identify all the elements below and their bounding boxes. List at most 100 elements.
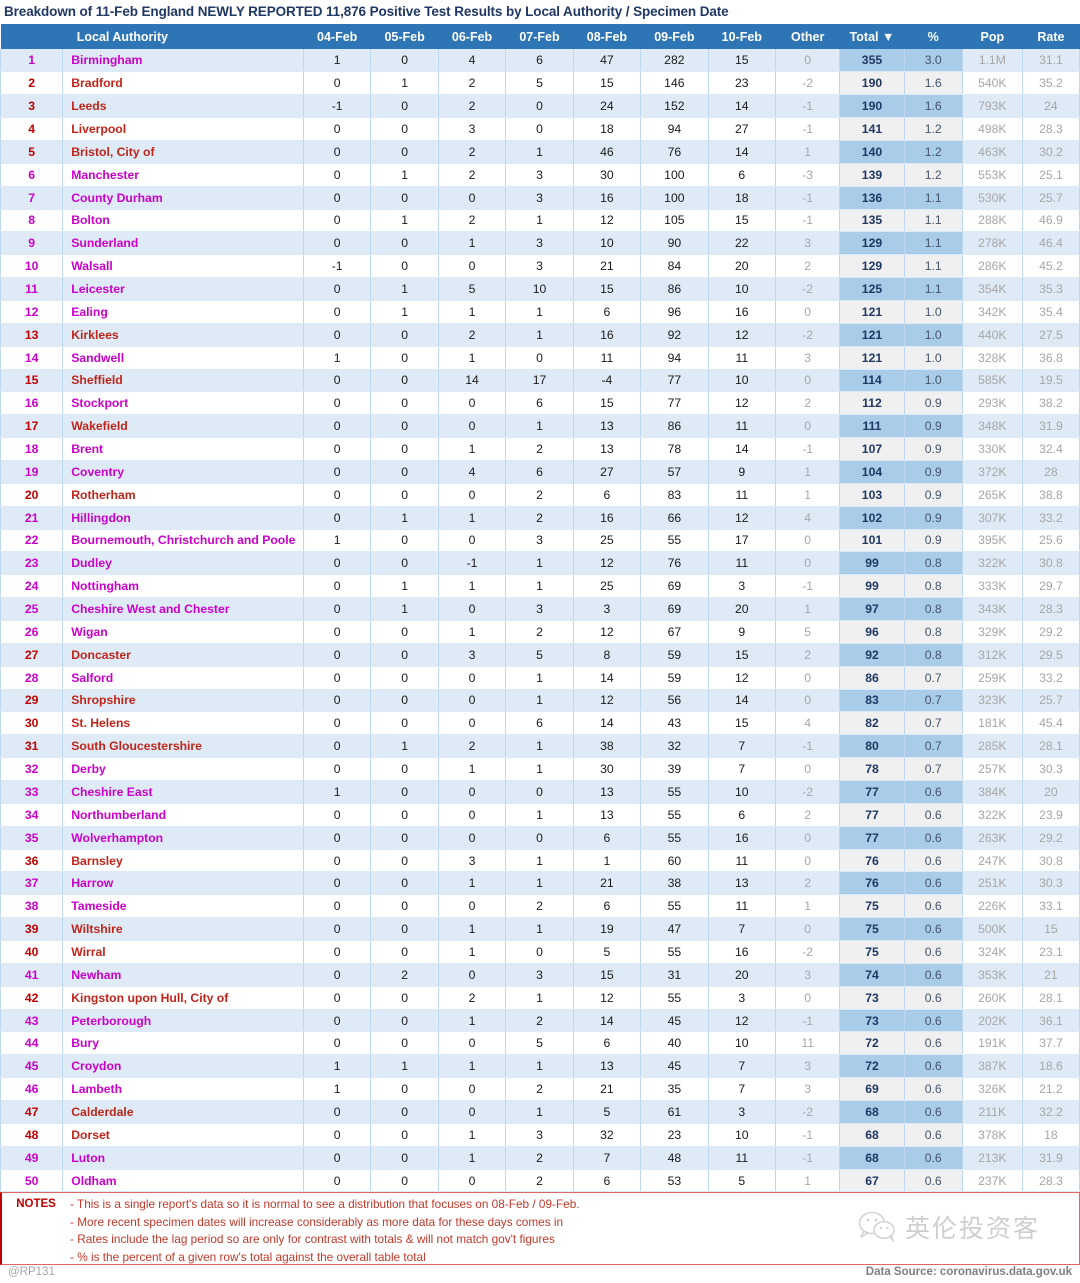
table-row[interactable]: 4 Liverpool 0 0 3 0 18 94 27 -1 141 1.2 498K 28.3 <box>0 117 1080 141</box>
table-row[interactable]: 12 Ealing 0 1 1 1 6 96 16 0 121 1.0 342K 35.4 <box>0 300 1080 324</box>
column-header-rank[interactable] <box>0 24 63 49</box>
row-rate: 37.7 <box>1022 1031 1080 1056</box>
column-header-07-feb[interactable]: 07-Feb <box>505 24 574 49</box>
row-total: 101 <box>839 529 905 553</box>
row-day-2: 0 <box>438 1100 507 1124</box>
row-day-1: 0 <box>370 666 439 690</box>
table-row[interactable]: 20 Rotherham 0 0 0 2 6 83 11 1 103 0.9 265K 38.8 <box>0 483 1080 507</box>
row-day-5: 47 <box>640 917 709 942</box>
table-row[interactable]: 7 County Durham 0 0 0 3 16 100 18 -1 136 1.1 530K 25.… <box>0 186 1080 210</box>
row-total: 136 <box>839 186 905 210</box>
table-row[interactable]: 9 Sunderland 0 0 1 3 10 90 22 3 129 1.1 278K 46.4 <box>0 231 1080 256</box>
column-header-percent[interactable]: % <box>904 24 963 49</box>
table-row[interactable]: 36 Barnsley 0 0 3 1 1 60 11 0 76 0.6 247K 30.8 <box>0 849 1080 873</box>
row-rank: 1 <box>0 49 64 73</box>
table-row[interactable]: 15 Sheffield 0 0 14 17 -4 77 10 0 114 1.0 585K 19.5 <box>0 369 1080 393</box>
table-row[interactable]: 48 Dorset 0 0 1 3 32 23 10 -1 68 0.6 378K 18 <box>0 1123 1080 1147</box>
row-day-5: 56 <box>640 689 709 713</box>
table-row[interactable]: 31 South Gloucestershire 0 1 2 1 38 32 7 -1 80 0.7 2… <box>0 734 1080 759</box>
column-header-rate[interactable]: Rate <box>1022 24 1080 49</box>
row-day-2: 2 <box>438 734 507 759</box>
row-day-2: 0 <box>438 666 507 690</box>
table-row[interactable]: 38 Tameside 0 0 0 2 6 55 11 1 75 0.6 226K 33.1 <box>0 894 1080 919</box>
row-percent: 1.1 <box>904 209 963 233</box>
table-row[interactable]: 39 Wiltshire 0 0 1 1 19 47 7 0 75 0.6 500K 15 <box>0 917 1080 942</box>
row-local-authority: Doncaster <box>62 643 304 667</box>
table-row[interactable]: 5 Bristol, City of 0 0 2 1 46 76 14 1 140 1.2 463K 30… <box>0 140 1080 164</box>
row-pop: 226K <box>962 894 1023 919</box>
table-row[interactable]: 26 Wigan 0 0 1 2 12 67 9 5 96 0.8 329K 29.2 <box>0 620 1080 644</box>
table-row[interactable]: 45 Croydon 1 1 1 1 13 45 7 3 72 0.6 387K 18.6 <box>0 1054 1080 1079</box>
column-header-pop[interactable]: Pop <box>962 24 1023 49</box>
row-day-6: 15 <box>708 209 777 233</box>
table-row[interactable]: 32 Derby 0 0 1 1 30 39 7 0 78 0.7 257K 30.3 <box>0 757 1080 781</box>
table-row[interactable]: 37 Harrow 0 0 1 1 21 38 13 2 76 0.6 251K 30.3 <box>0 871 1080 896</box>
table-row[interactable]: 3 Leeds -1 0 2 0 24 152 14 -1 190 1.6 793K 24 <box>0 94 1080 119</box>
column-header-06-feb[interactable]: 06-Feb <box>438 24 506 49</box>
table-row[interactable]: 40 Wirral 0 0 1 0 5 55 16 -2 75 0.6 324K 23.1 <box>0 940 1080 964</box>
row-day-4: 5 <box>573 940 642 964</box>
table-row[interactable]: 29 Shropshire 0 0 0 1 12 56 14 0 83 0.7 323K 25.7 <box>0 689 1080 713</box>
table-row[interactable]: 21 Hillingdon 0 1 1 2 16 66 12 4 102 0.9 307K 33.2 <box>0 506 1080 530</box>
table-row[interactable]: 41 Newham 0 2 0 3 15 31 20 3 74 0.6 353K 21 <box>0 963 1080 987</box>
table-row[interactable]: 27 Doncaster 0 0 3 5 8 59 15 2 92 0.8 312K 29.5 <box>0 643 1080 667</box>
table-row[interactable]: 23 Dudley 0 0 -1 1 12 76 11 0 99 0.8 322K 30.8 <box>0 551 1080 576</box>
table-row[interactable]: 43 Peterborough 0 0 1 2 14 45 12 -1 73 0.6 202K 36.1 <box>0 1009 1080 1033</box>
row-day-5: 40 <box>640 1031 709 1056</box>
row-other: -2 <box>775 277 841 301</box>
column-header-local-authority[interactable]: Local Authority <box>62 24 304 49</box>
table-row[interactable]: 13 Kirklees 0 0 2 1 16 92 12 -2 121 1.0 440K 27.5 <box>0 323 1080 347</box>
table-row[interactable]: 14 Sandwell 1 0 1 0 11 94 11 3 121 1.0 328K 36.8 <box>0 346 1080 370</box>
table-row[interactable]: 42 Kingston upon Hull, City of 0 0 2 1 12 55 3 0 7… <box>0 986 1080 1010</box>
row-rank: 29 <box>0 689 64 713</box>
row-day-5: 55 <box>640 894 709 919</box>
column-header-09-feb[interactable]: 09-Feb <box>640 24 709 49</box>
column-header-total-sorted[interactable]: Total ▼ <box>839 24 905 49</box>
table-row[interactable]: 50 Oldham 0 0 0 2 6 53 5 1 67 0.6 237K 28.3 <box>0 1169 1080 1193</box>
row-day-4: 15 <box>573 391 642 416</box>
row-day-4: 13 <box>573 780 642 804</box>
table-row[interactable]: 47 Calderdale 0 0 0 1 5 61 3 -2 68 0.6 211K 32.2 <box>0 1100 1080 1124</box>
table-row[interactable]: 16 Stockport 0 0 0 6 15 77 12 2 112 0.9 293K 38.2 <box>0 391 1080 416</box>
row-total: 190 <box>839 71 905 96</box>
column-header-other[interactable]: Other <box>775 24 840 49</box>
table-row[interactable]: 28 Salford 0 0 0 1 14 59 12 0 86 0.7 259K 33.2 <box>0 666 1080 690</box>
table-row[interactable]: 22 Bournemouth, Christchurch and Poole 1 0 0… <box>0 529 1080 553</box>
column-header-08-feb[interactable]: 08-Feb <box>573 24 641 49</box>
table-row[interactable]: 49 Luton 0 0 1 2 7 48 11 -1 68 0.6 213K 31.9 <box>0 1146 1080 1170</box>
row-day-3: 3 <box>505 186 574 210</box>
row-day-1: 0 <box>370 117 439 141</box>
table-row[interactable]: 17 Wakefield 0 0 0 1 13 86 11 0 111 0.9 348K 31.9 <box>0 414 1080 439</box>
row-total: 82 <box>839 711 905 736</box>
row-percent: 0.6 <box>904 871 963 896</box>
column-header-10-feb[interactable]: 10-Feb <box>708 24 776 49</box>
row-local-authority: Nottingham <box>62 574 304 599</box>
row-day-5: 86 <box>640 277 709 301</box>
table-row[interactable]: 8 Bolton 0 1 2 1 12 105 15 -1 135 1.1 288K 46.9 <box>0 209 1080 233</box>
table-row[interactable]: 11 Leicester 0 1 5 10 15 86 10 -2 125 1.1 354K 35.3 <box>0 277 1080 301</box>
table-row[interactable]: 30 St. Helens 0 0 0 6 14 43 15 4 82 0.7 181K 45.4 <box>0 711 1080 736</box>
table-row[interactable]: 6 Manchester 0 1 2 3 30 100 6 -3 139 1.2 553K 25.1 <box>0 163 1080 187</box>
table-row[interactable]: 19 Coventry 0 0 4 6 27 57 9 1 104 0.9 372K 28 <box>0 460 1080 484</box>
table-row[interactable]: 33 Cheshire East 1 0 0 0 13 55 10 -2 77 0.6 384K 20 <box>0 780 1080 804</box>
row-pop: 1.1M <box>962 49 1023 73</box>
table-row[interactable]: 35 Wolverhampton 0 0 0 0 6 55 16 0 77 0.6 263K 29.2 <box>0 826 1080 850</box>
table-row[interactable]: 25 Cheshire West and Chester 0 1 0 3 3 69 20 1 97 0… <box>0 597 1080 621</box>
table-row[interactable]: 2 Bradford 0 1 2 5 15 146 23 -2 190 1.6 540K 35.2 <box>0 71 1080 96</box>
table-row[interactable]: 44 Bury 0 0 0 5 6 40 10 11 72 0.6 191K 37.7 <box>0 1031 1080 1056</box>
column-header-05-feb[interactable]: 05-Feb <box>370 24 439 49</box>
row-total: 80 <box>839 734 905 759</box>
row-other: 0 <box>775 757 841 781</box>
row-day-1: 0 <box>370 460 439 484</box>
table-row[interactable]: 46 Lambeth 1 0 0 2 21 35 7 3 69 0.6 326K 21.2 <box>0 1077 1080 1102</box>
table-row[interactable]: 18 Brent 0 0 1 2 13 78 14 -1 107 0.9 330K 32.4 <box>0 437 1080 461</box>
table-row[interactable]: 34 Northumberland 0 0 0 1 13 55 6 2 77 0.6 322K 23.9 <box>0 803 1080 827</box>
table-row[interactable]: 10 Walsall -1 0 0 3 21 84 20 2 129 1.1 286K 45.2 <box>0 254 1080 279</box>
table-row[interactable]: 1 Birmingham 1 0 4 6 47 282 15 0 355 3.0 1.1M 31.1 <box>0 49 1080 73</box>
column-header-04-feb[interactable]: 04-Feb <box>303 24 371 49</box>
table-row[interactable]: 24 Nottingham 0 1 1 1 25 69 3 -1 99 0.8 333K 29.7 <box>0 574 1080 599</box>
row-total: 140 <box>839 140 905 164</box>
row-percent: 0.7 <box>904 711 963 736</box>
row-rank: 38 <box>0 894 64 919</box>
row-day-0: 0 <box>303 986 372 1010</box>
